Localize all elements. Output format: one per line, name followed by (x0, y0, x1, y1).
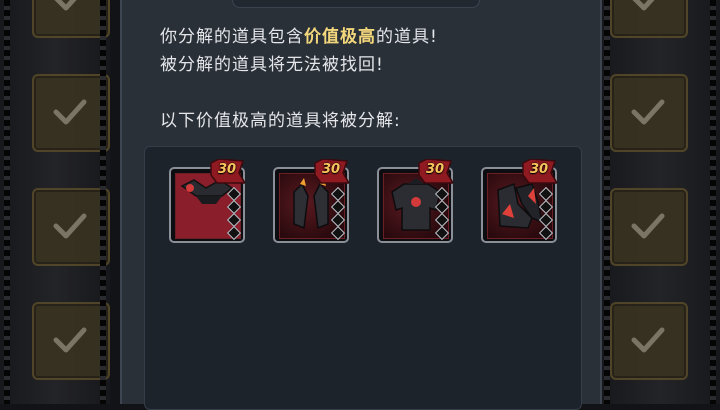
checkmark-icon (631, 327, 665, 353)
checkmark-icon (53, 99, 87, 125)
item-level: 30 (321, 162, 341, 177)
warning-text: 你分解的道具包含 (160, 27, 304, 47)
checkmark-icon (632, 0, 655, 11)
item-card-chest-armor[interactable]: 30 (377, 159, 455, 245)
checkmark-icon (53, 213, 87, 239)
star-rating (330, 186, 346, 241)
item-level: 30 (425, 162, 445, 177)
checkmark-icon (54, 0, 77, 11)
item-level: 30 (217, 162, 237, 177)
right-equipment-column (600, 0, 720, 404)
left-equipment-column (0, 0, 110, 404)
right-slot-2[interactable] (610, 74, 688, 152)
item-card-gauntlet[interactable]: 30 (273, 159, 351, 245)
list-heading: 以下价值极高的道具将被分解: (160, 111, 401, 131)
item-card-helmet[interactable]: 30 (169, 159, 247, 245)
star-rating (434, 186, 450, 241)
right-slot-4[interactable] (610, 302, 688, 380)
items-list-panel: 30 30 30 30 (144, 146, 582, 410)
warning-line-2: 被分解的道具将无法被找回! (160, 55, 384, 75)
dialog-top-bar (232, 0, 480, 8)
highlight-text: 价值极高 (304, 27, 376, 47)
left-slot-1[interactable] (32, 0, 110, 38)
star-rating (538, 186, 554, 241)
item-level: 30 (529, 162, 549, 177)
right-slot-1[interactable] (610, 0, 688, 38)
warning-line-1: 你分解的道具包含价值极高的道具! (160, 22, 438, 47)
checkmark-icon (631, 213, 665, 239)
decompose-confirm-dialog: 你分解的道具包含价值极高的道具! 被分解的道具将无法被找回! 以下价值极高的道具… (120, 0, 602, 410)
warning-text-end: 的道具! (376, 27, 438, 47)
left-slot-4[interactable] (32, 302, 110, 380)
right-slot-3[interactable] (610, 188, 688, 266)
item-card-boots[interactable]: 30 (481, 159, 559, 245)
left-slot-2[interactable] (32, 74, 110, 152)
checkmark-icon (631, 99, 665, 125)
star-rating (226, 186, 242, 241)
left-slot-3[interactable] (32, 188, 110, 266)
checkmark-icon (53, 327, 87, 353)
